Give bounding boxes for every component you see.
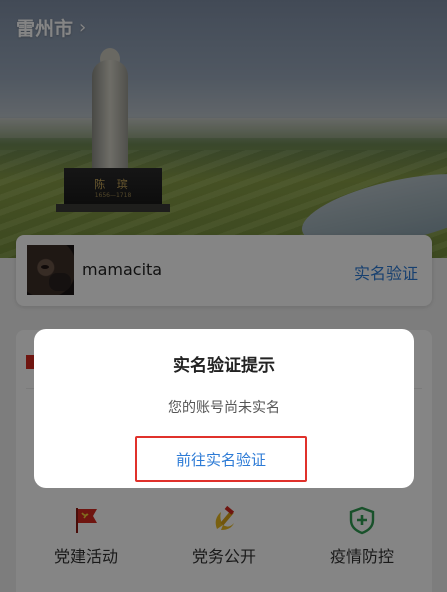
verification-dialog: 实名验证提示 您的账号尚未实名 前往实名验证 xyxy=(34,329,414,488)
go-verify-button[interactable]: 前往实名验证 xyxy=(135,436,307,482)
modal-overlay[interactable] xyxy=(0,0,447,592)
dialog-title: 实名验证提示 xyxy=(173,356,275,376)
dialog-message: 您的账号尚未实名 xyxy=(168,400,280,416)
